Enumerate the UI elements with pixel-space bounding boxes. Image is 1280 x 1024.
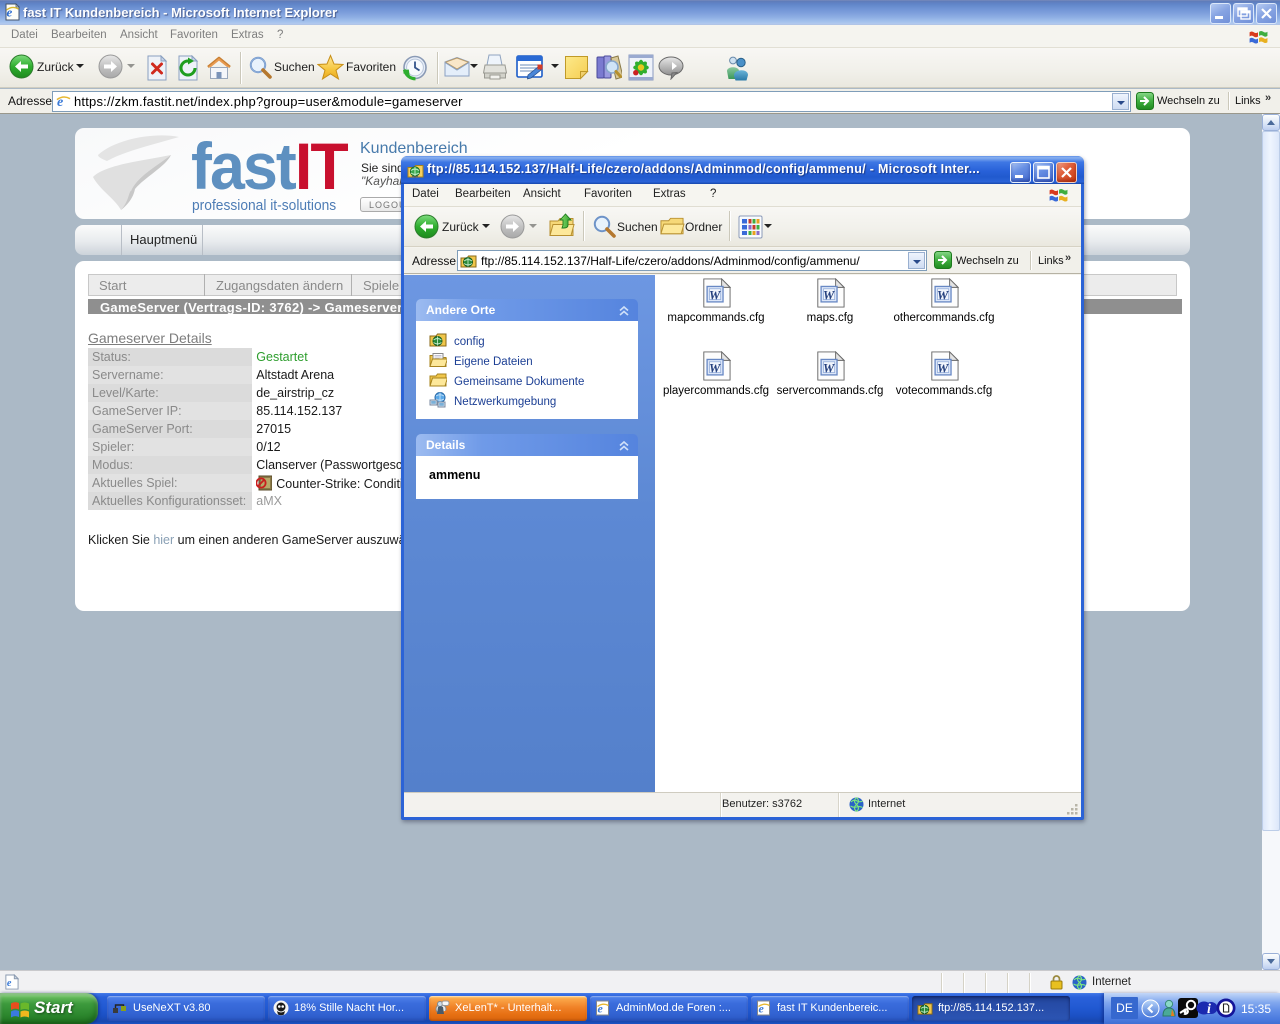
svg-text:e: e: [57, 94, 63, 109]
svg-text:e: e: [598, 1002, 604, 1016]
svg-text:i: i: [1207, 1002, 1211, 1017]
svg-text:e: e: [7, 978, 12, 989]
svg-text:e: e: [7, 5, 13, 20]
svg-text:e: e: [759, 1002, 765, 1016]
